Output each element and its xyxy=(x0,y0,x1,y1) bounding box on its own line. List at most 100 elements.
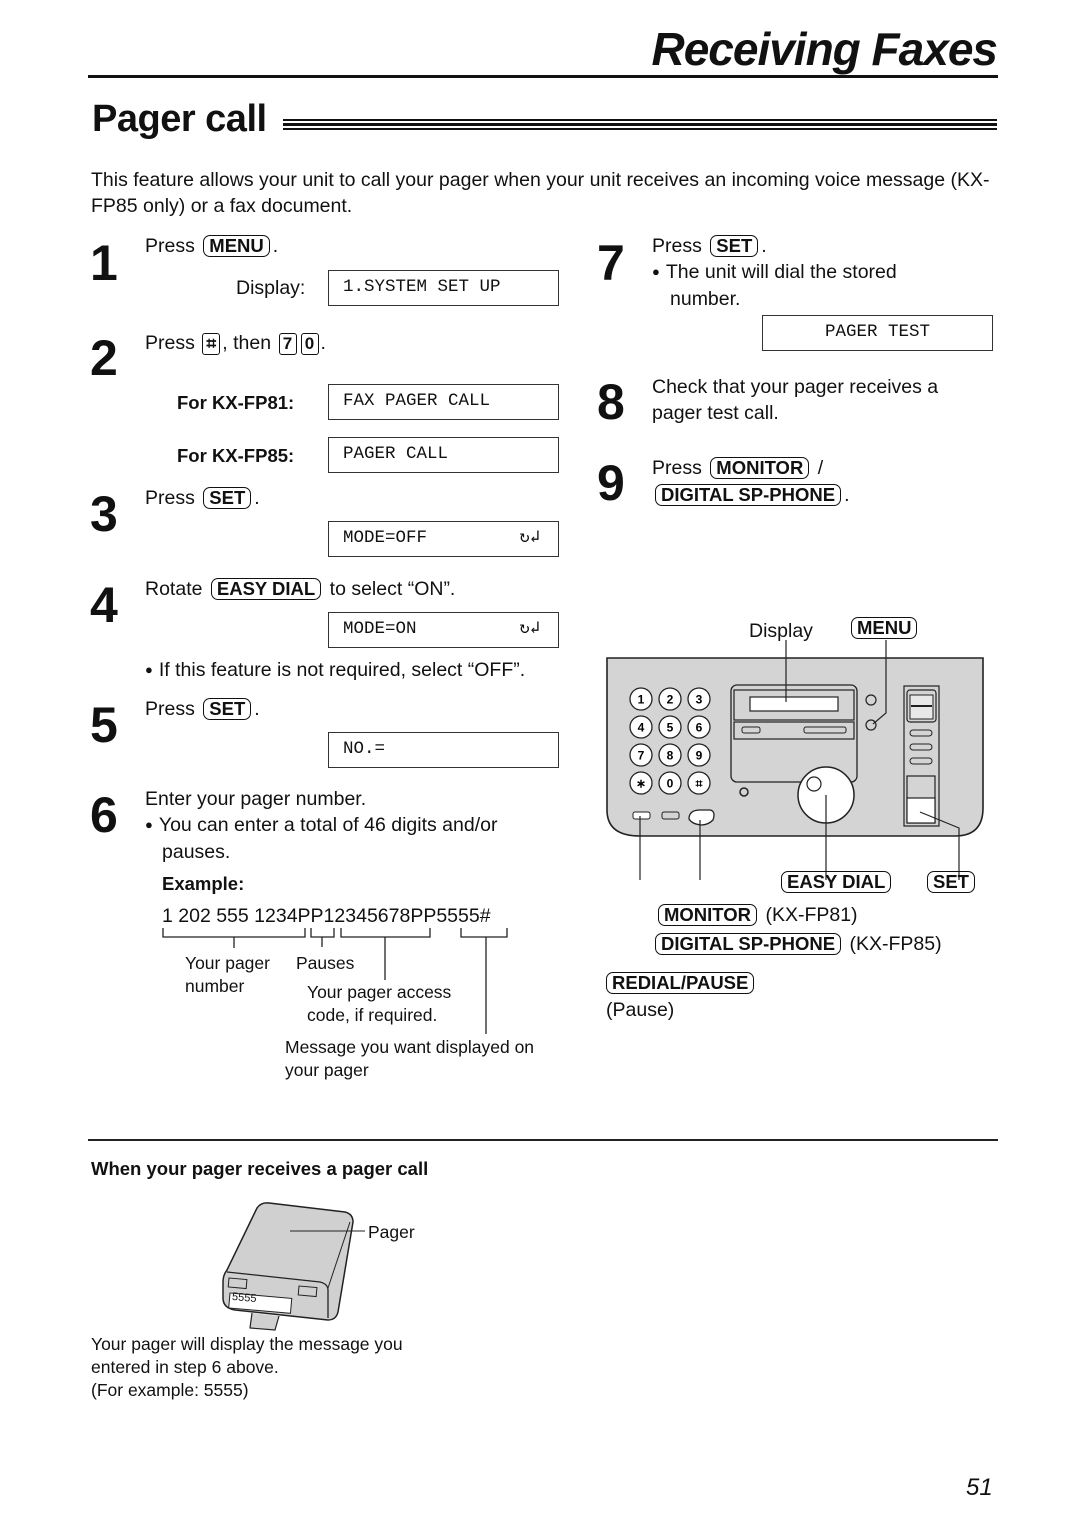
keypad-key-label: ∗ xyxy=(636,777,646,791)
step-7-note: The unit will dial the stored xyxy=(652,259,897,287)
slash: / xyxy=(817,457,824,479)
keypad-key-label: ⌗ xyxy=(695,777,703,791)
step-number: 1 xyxy=(90,235,118,291)
press-text: Press xyxy=(145,487,195,509)
press-text: Press xyxy=(652,457,702,479)
step-8-line2: pager test call. xyxy=(652,402,779,424)
pager-section-heading: When your pager receives a pager call xyxy=(91,1158,429,1179)
monitor-button xyxy=(688,809,715,826)
bracket-message xyxy=(460,928,508,938)
easy-dial-callout: EASY DIAL xyxy=(778,869,894,895)
lcd-text: MODE=ON xyxy=(343,619,417,639)
intro-paragraph: This feature allows your unit to call yo… xyxy=(91,169,990,217)
pager-clip xyxy=(249,1312,280,1331)
monitor-key: MONITOR xyxy=(710,457,810,479)
keypad-key-label: 2 xyxy=(667,693,674,707)
monitor-key: MONITOR xyxy=(658,904,758,926)
step-7-instruction: Press SET. xyxy=(652,233,767,259)
lcd-display: NO.= xyxy=(328,732,559,768)
step-9-instruction: Press MONITOR / xyxy=(652,455,823,481)
redial-pause-button xyxy=(632,811,651,820)
redial-pause-callout: REDIAL/PAUSE xyxy=(603,970,757,996)
digital-sp-phone-callout: DIGITAL SP-PHONE (KX-FP85) xyxy=(652,931,942,957)
pager-caption-2: entered in step 6 above. xyxy=(91,1357,279,1377)
step-2-instruction: Press ⌗, then 70. xyxy=(145,330,326,356)
set-key: SET xyxy=(710,235,759,257)
menu-key: MENU xyxy=(851,617,918,639)
set-key: SET xyxy=(203,698,252,720)
then-text: , then xyxy=(222,332,272,354)
small-button xyxy=(661,811,680,820)
period: . xyxy=(254,487,260,509)
press-text: Press xyxy=(145,235,195,257)
period: . xyxy=(320,332,326,354)
pager-display-text: 5555 xyxy=(231,1290,257,1306)
hash-key: ⌗ xyxy=(202,332,221,355)
monitor-callout: MONITOR (KX-FP81) xyxy=(655,902,858,928)
select-text: to select “ON”. xyxy=(329,578,456,600)
page-number: 51 xyxy=(966,1474,993,1501)
pager-caption-1: Your pager will display the message you xyxy=(91,1334,403,1354)
menu-key: MENU xyxy=(203,235,270,257)
step-number: 4 xyxy=(90,577,118,633)
keypad-key-label: 0 xyxy=(667,777,674,791)
lcd-window xyxy=(749,696,839,712)
step-4-instruction: Rotate EASY DIAL to select “ON”. xyxy=(145,576,455,602)
step-number: 5 xyxy=(90,697,118,753)
press-text: Press xyxy=(652,235,702,257)
bracket-access-code xyxy=(340,928,431,938)
period: . xyxy=(844,484,850,506)
redial-pause-key: REDIAL/PAUSE xyxy=(606,972,755,994)
lcd-display: 1.SYSTEM SET UP xyxy=(328,270,559,306)
pause-label: (Pause) xyxy=(606,999,675,1021)
lcd-display: PAGER CALL xyxy=(328,437,559,473)
step-8-line1: Check that your pager receives a xyxy=(652,376,939,398)
model-fp85: (KX-FP85) xyxy=(849,933,942,955)
step-number: 3 xyxy=(90,486,118,542)
bracket-pauses xyxy=(310,928,335,938)
lcd-display: MODE=ON ↻↲ xyxy=(328,612,559,648)
pager-label: Pager xyxy=(368,1222,415,1242)
label-access-code: Your pager access xyxy=(307,982,452,1002)
digital-sp-phone-key: DIGITAL SP-PHONE xyxy=(655,933,842,955)
digital-sp-phone-key: DIGITAL SP-PHONE xyxy=(655,484,842,506)
keypad-key-label: 8 xyxy=(667,749,674,763)
section-title: Receiving Faxes xyxy=(651,23,998,75)
indicator-light xyxy=(865,694,877,706)
set-key: SET xyxy=(203,487,252,509)
key-0: 0 xyxy=(300,332,319,355)
indicator-light xyxy=(739,787,749,797)
step-6-note: You can enter a total of 46 digits and/o… xyxy=(145,812,498,840)
step-number: 2 xyxy=(90,330,118,386)
menu-button xyxy=(865,719,877,731)
bracket-pager-number xyxy=(162,928,306,938)
step-1-instruction: Press MENU. xyxy=(145,233,278,259)
lcd-text: MODE=OFF xyxy=(343,528,428,548)
keypad-key-label: 7 xyxy=(638,749,645,763)
keypad-key-label: 9 xyxy=(696,749,703,763)
label-message: Message you want displayed on xyxy=(285,1037,535,1057)
press-text: Press xyxy=(145,698,195,720)
keypad-key-label: 4 xyxy=(638,721,645,735)
key-7: 7 xyxy=(278,332,297,355)
keypad-key-label: 3 xyxy=(696,693,703,707)
lcd-display: FAX PAGER CALL xyxy=(328,384,559,420)
period: . xyxy=(254,698,260,720)
easy-dial-key: EASY DIAL xyxy=(210,578,322,600)
page-title: Pager call xyxy=(92,98,267,140)
header-rule xyxy=(88,75,998,78)
step-5-instruction: Press SET. xyxy=(145,696,260,722)
keypad-key-label: 1 xyxy=(638,693,645,707)
step-6-note-cont: pauses. xyxy=(162,841,231,863)
label-pager-number-cont: number xyxy=(185,976,245,996)
small-button xyxy=(803,726,847,734)
set-key: SET xyxy=(927,871,975,893)
period: . xyxy=(272,235,279,257)
label-message-cont: your pager xyxy=(285,1060,369,1080)
label-access-code-cont: code, if required. xyxy=(307,1005,438,1025)
step-9-instruction-cont: DIGITAL SP-PHONE. xyxy=(652,482,849,508)
lcd-display: PAGER TEST xyxy=(762,315,993,351)
period: . xyxy=(761,235,767,257)
press-text: Press xyxy=(145,332,195,354)
keypad-key-label: 5 xyxy=(667,721,674,735)
